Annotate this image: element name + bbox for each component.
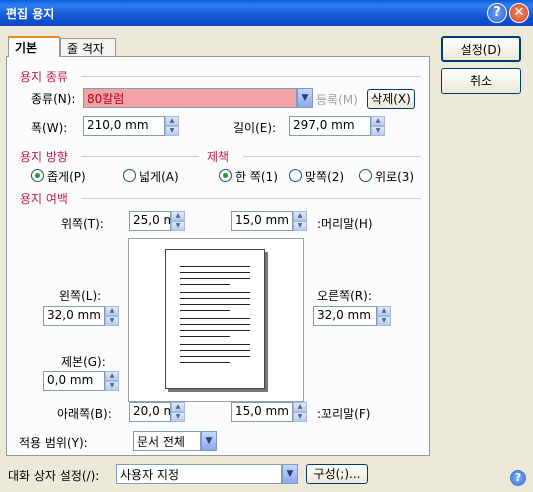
- portrait-label: 좁게(P): [47, 170, 86, 184]
- right-margin-field[interactable]: 32,0 mm: [313, 306, 377, 326]
- width-stepper[interactable]: ▲ ▼: [165, 116, 179, 136]
- landscape-label: 넓게(A): [139, 170, 179, 184]
- header-margin-stepper[interactable]: ▲ ▼: [293, 211, 307, 231]
- length-label: 길이(E):: [233, 121, 277, 135]
- footer-margin-stepper[interactable]: ▲ ▼: [293, 402, 307, 422]
- tab-basic[interactable]: 기본: [8, 36, 60, 57]
- paper-type-combo[interactable]: 80칼럼: [83, 88, 297, 108]
- divider: [81, 76, 421, 77]
- single-side-radio[interactable]: [219, 169, 232, 182]
- landscape-radio[interactable]: [123, 169, 136, 182]
- facing-radio[interactable]: [289, 169, 302, 182]
- left-margin-label: 왼쪽(L):: [59, 289, 102, 303]
- type-label: 종류(N):: [31, 92, 76, 106]
- dialog-settings-label: 대화 상자 설정(/):: [8, 469, 100, 483]
- top-binding-radio[interactable]: [359, 169, 372, 182]
- length-stepper[interactable]: ▲ ▼: [371, 116, 385, 136]
- page-preview: [128, 238, 304, 402]
- top-margin-label: 위쪽(T):: [61, 217, 104, 231]
- tab-line-grid[interactable]: 줄 격자: [60, 38, 116, 56]
- divider: [243, 156, 421, 157]
- chevron-down-icon[interactable]: ▼: [282, 464, 298, 484]
- right-margin-label: 오른쪽(R):: [317, 289, 372, 303]
- bottom-margin-stepper[interactable]: ▲ ▼: [171, 402, 185, 422]
- header-margin-label: :머리말(H): [317, 217, 373, 231]
- title-bar: 편집 용지 ? ✕: [0, 0, 533, 26]
- footer-margin-label: :꼬리말(F): [317, 407, 371, 421]
- width-label: 폭(W):: [31, 121, 68, 135]
- footer-margin-field[interactable]: 15,0 mm: [231, 402, 293, 422]
- apply-range-label: 적용 범위(Y):: [19, 436, 88, 450]
- length-field[interactable]: 297,0 mm: [289, 116, 371, 136]
- top-margin-stepper[interactable]: ▲ ▼: [171, 211, 185, 231]
- divider: [81, 156, 199, 157]
- section-margins: 용지 여백: [20, 192, 68, 206]
- window-title: 편집 용지: [6, 7, 55, 21]
- gutter-label: 제본(G):: [61, 355, 106, 369]
- single-side-label: 한 쪽(1): [235, 170, 278, 184]
- left-margin-stepper[interactable]: ▲ ▼: [105, 306, 119, 326]
- width-field[interactable]: 210,0 mm: [83, 116, 165, 136]
- close-icon[interactable]: ✕: [509, 3, 529, 23]
- bottom-margin-label: 아래쪽(B):: [57, 407, 112, 421]
- right-margin-stepper[interactable]: ▲ ▼: [377, 306, 391, 326]
- register-button[interactable]: 등록(M): [316, 91, 358, 108]
- preview-page: [165, 249, 265, 389]
- bottom-margin-field[interactable]: 20,0 mm: [129, 402, 171, 422]
- section-binding: 제책: [207, 150, 230, 164]
- header-margin-field[interactable]: 15,0 mm: [231, 211, 293, 231]
- section-orientation: 용지 방향: [20, 150, 68, 164]
- divider: [81, 198, 421, 199]
- section-paper-type: 용지 종류: [20, 70, 68, 84]
- cancel-button[interactable]: 취소: [441, 68, 521, 94]
- dialog-settings-select[interactable]: 사용자 지정: [116, 464, 282, 484]
- delete-button[interactable]: 삭제(X): [367, 89, 415, 109]
- top-binding-label: 위로(3): [375, 170, 415, 184]
- apply-range-select[interactable]: 문서 전체: [133, 431, 201, 451]
- help-icon[interactable]: ?: [487, 3, 507, 23]
- portrait-radio[interactable]: [31, 169, 44, 182]
- chevron-down-icon[interactable]: ▼: [297, 88, 313, 108]
- help-icon[interactable]: ?: [510, 470, 526, 486]
- config-button[interactable]: 구성(;)...: [306, 464, 368, 484]
- left-margin-field[interactable]: 32,0 mm: [43, 306, 105, 326]
- top-margin-field[interactable]: 25,0 mm: [129, 211, 171, 231]
- gutter-field[interactable]: 0,0 mm: [43, 371, 105, 391]
- facing-label: 맞쪽(2): [305, 170, 345, 184]
- ok-button[interactable]: 설정(D): [441, 36, 521, 62]
- gutter-stepper[interactable]: ▲ ▼: [105, 371, 119, 391]
- chevron-down-icon[interactable]: ▼: [201, 431, 217, 451]
